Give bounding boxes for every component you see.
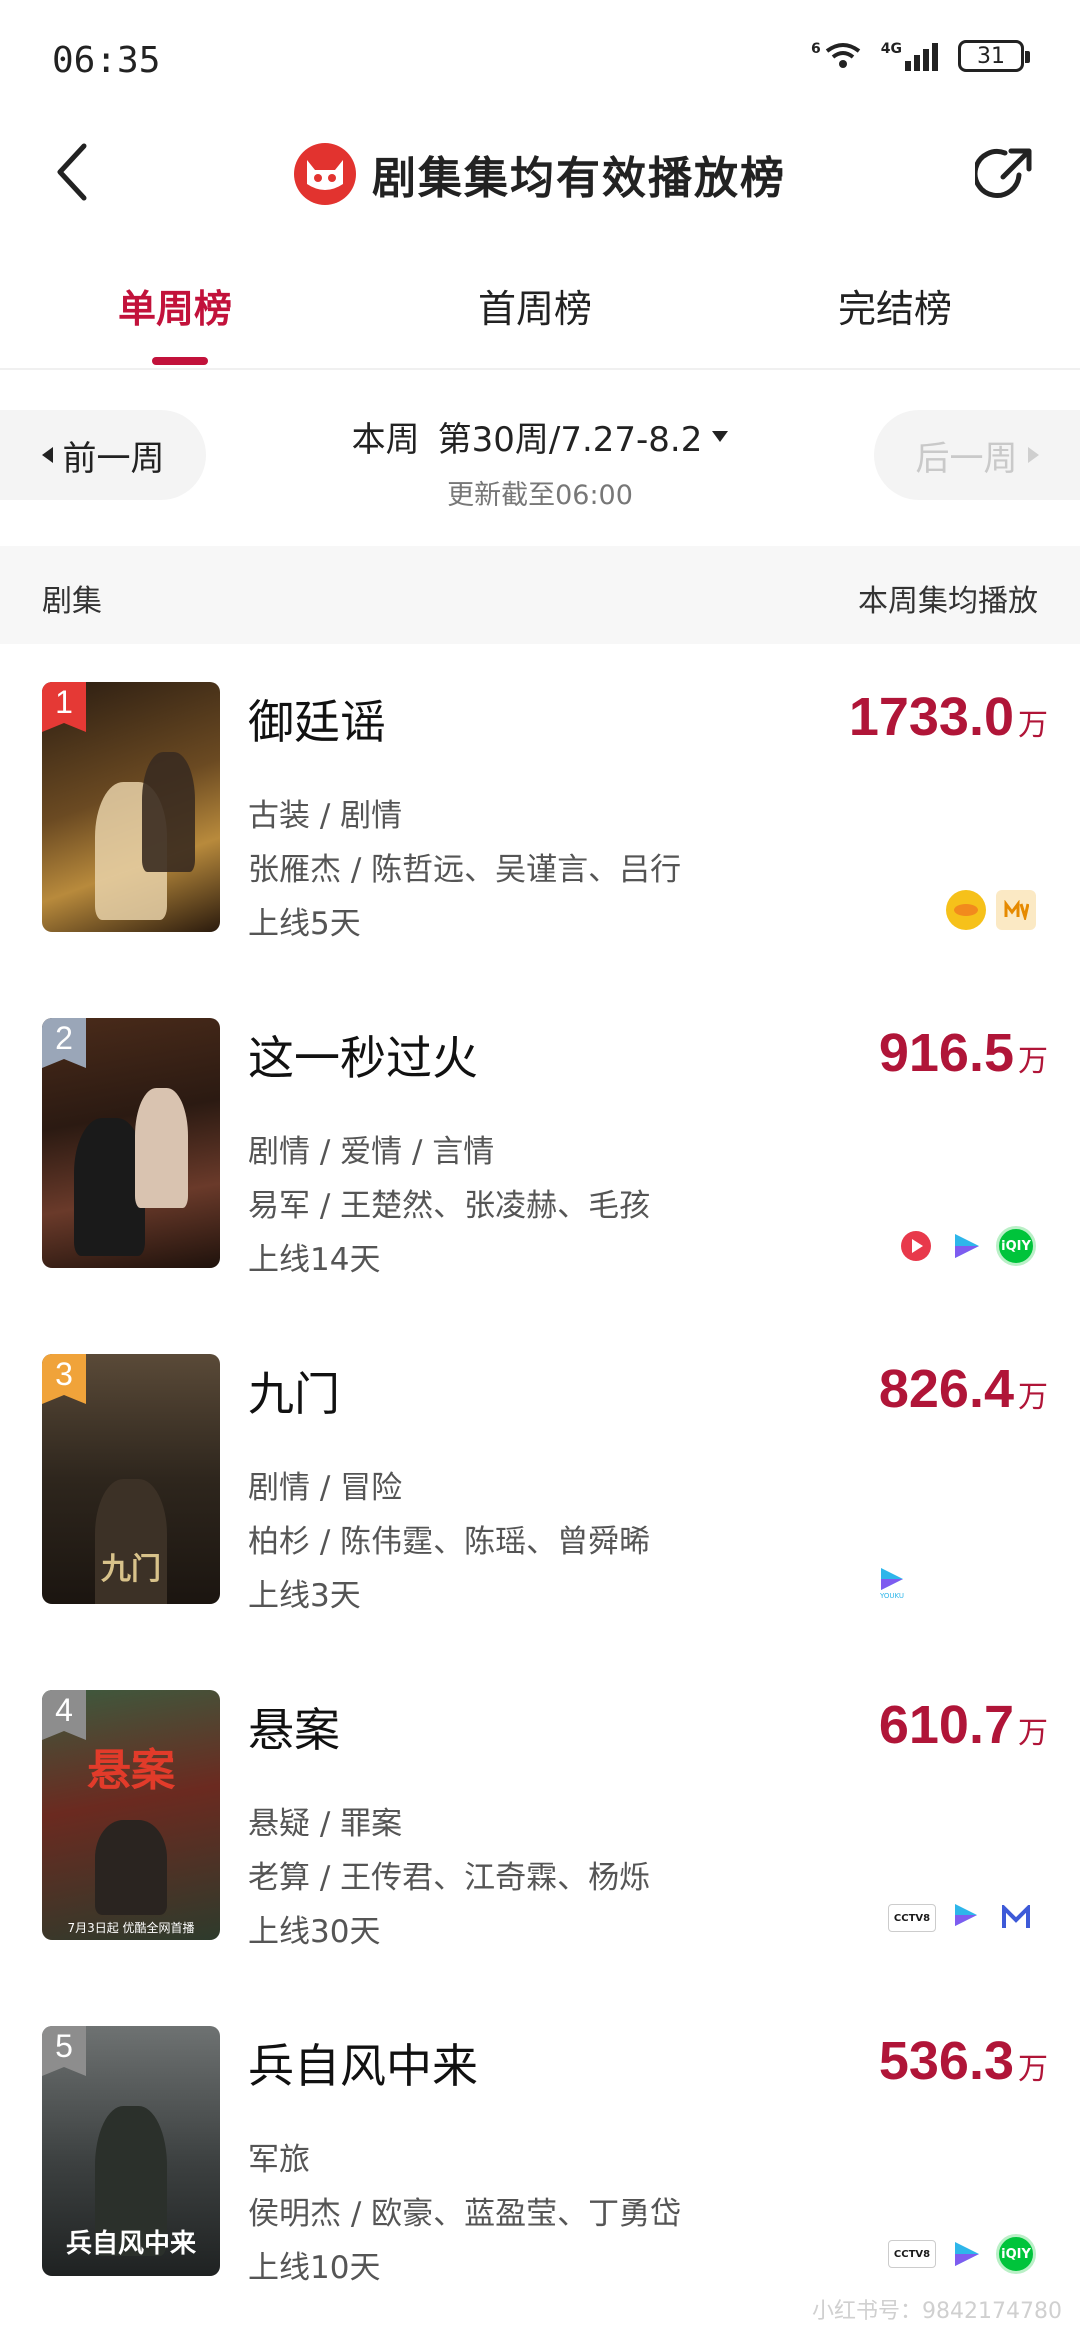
drama-genre: 悬疑 / 罪案 bbox=[248, 1806, 403, 1842]
play-value: 536.3 万 bbox=[878, 2031, 1048, 2091]
online-days: 上线10天 bbox=[248, 2250, 381, 2286]
column-header: 剧集 本周集均播放 bbox=[0, 546, 1080, 644]
prev-week-button[interactable]: 前一周 bbox=[0, 410, 206, 500]
mgtv-icon bbox=[996, 890, 1036, 930]
platform-icons: YOUKU bbox=[872, 1562, 912, 1602]
platform-icons bbox=[946, 890, 1036, 930]
drama-title: 兵自风中来 bbox=[248, 2039, 478, 2093]
play-value: 1733.0 万 bbox=[848, 687, 1048, 747]
list-item[interactable]: 2 这一秒过火 剧情 / 爱情 / 言情 易军 / 王楚然、张凌赫、毛孩 上线1… bbox=[0, 980, 1080, 1316]
list-item[interactable]: 1 御廷谣 古装 / 剧情 张雁杰 / 陈哲远、吴谨言、吕行 上线5天 1733… bbox=[0, 644, 1080, 980]
ranking-list: 1 御廷谣 古装 / 剧情 张雁杰 / 陈哲远、吴谨言、吕行 上线5天 1733… bbox=[0, 644, 1080, 2324]
page-title: 剧集集均有效播放榜 bbox=[372, 153, 786, 204]
updated-time: 更新截至06:00 bbox=[447, 480, 633, 511]
poster-image: 2 bbox=[42, 1018, 220, 1268]
share-icon bbox=[975, 148, 1032, 198]
list-item[interactable]: 兵自风中来 5 兵自风中来 军旅 侯明杰 / 欧豪、蓝盈莹、丁勇岱 上线10天 … bbox=[0, 1988, 1080, 2324]
list-item[interactable]: 悬案 7月3日起 优酷全网首播 4 悬案 悬疑 / 罪案 老算 / 王传君、江奇… bbox=[0, 1652, 1080, 1988]
cellular-signal-icon: 4G bbox=[881, 41, 940, 71]
next-week-button[interactable]: 后一周 bbox=[874, 410, 1080, 500]
drama-cast: 侯明杰 / 欧豪、蓝盈莹、丁勇岱 bbox=[248, 2196, 682, 2232]
cctv8-icon: CCTV8 bbox=[888, 2240, 936, 2268]
wifi-icon: 6 bbox=[811, 41, 863, 71]
platform-icons: iQIY bbox=[896, 1226, 1036, 1266]
status-time: 06:35 bbox=[52, 40, 161, 81]
tab-first-week[interactable]: 首周榜 bbox=[478, 278, 592, 333]
tab-finished[interactable]: 完结榜 bbox=[838, 278, 952, 333]
active-tab-indicator bbox=[152, 357, 208, 365]
drama-genre: 古装 / 剧情 bbox=[248, 798, 403, 834]
cat-logo-icon bbox=[294, 143, 356, 205]
youku-icon bbox=[946, 1898, 986, 1938]
svg-text:YOUKU: YOUKU bbox=[879, 1592, 904, 1599]
cctv8-icon: CCTV8 bbox=[888, 1904, 936, 1932]
drama-genre: 剧情 / 冒险 bbox=[248, 1470, 403, 1506]
play-value: 826.4 万 bbox=[878, 1359, 1048, 1419]
drama-title: 九门 bbox=[248, 1367, 340, 1421]
mango-icon bbox=[946, 890, 986, 930]
poster-image: 兵自风中来 5 bbox=[42, 2026, 220, 2276]
youku-icon bbox=[946, 1226, 986, 1266]
drama-cast: 柏杉 / 陈伟霆、陈瑶、曾舜晞 bbox=[248, 1524, 651, 1560]
column-weekly-play: 本周集均播放 bbox=[858, 584, 1038, 619]
drama-genre: 剧情 / 爱情 / 言情 bbox=[248, 1134, 495, 1170]
status-icons: 6 4G 31 bbox=[811, 40, 1030, 72]
poster-image: 悬案 7月3日起 优酷全网首播 4 bbox=[42, 1690, 220, 1940]
migu-icon bbox=[996, 1898, 1036, 1938]
platform-icons: CCTV8 bbox=[888, 1898, 1036, 1938]
week-period: 第30周/7.27-8.2 bbox=[437, 420, 703, 460]
tencent-video-icon bbox=[896, 1226, 936, 1266]
online-days: 上线14天 bbox=[248, 1242, 381, 1278]
title-wrap: 剧集集均有效播放榜 bbox=[0, 142, 1080, 206]
online-days: 上线30天 bbox=[248, 1914, 381, 1950]
week-info: 本周 第30周/7.27-8.2 更新截至06:00 bbox=[300, 412, 780, 512]
caret-down-icon bbox=[712, 431, 729, 442]
drama-cast: 老算 / 王传君、江奇霖、杨烁 bbox=[248, 1860, 651, 1896]
poster-caption: 7月3日起 优酷全网首播 bbox=[67, 1921, 195, 1935]
share-button[interactable] bbox=[970, 140, 1040, 210]
battery-icon: 31 bbox=[958, 40, 1030, 72]
iqiyi-icon: iQIY bbox=[996, 2234, 1036, 2274]
drama-title: 御廷谣 bbox=[248, 695, 386, 749]
week-selector: 前一周 本周 第30周/7.27-8.2 更新截至06:00 后一周 bbox=[0, 400, 1080, 512]
play-value: 916.5 万 bbox=[878, 1023, 1048, 1083]
drama-title: 这一秒过火 bbox=[248, 1031, 478, 1085]
tab-weekly[interactable]: 单周榜 bbox=[118, 278, 232, 333]
status-bar: 06:35 6 4G 31 bbox=[0, 0, 1080, 120]
play-value: 610.7 万 bbox=[878, 1695, 1048, 1755]
triangle-right-icon bbox=[1027, 447, 1039, 463]
list-item[interactable]: 九门 3 九门 剧情 / 冒险 柏杉 / 陈伟霆、陈瑶、曾舜晞 上线3天 826… bbox=[0, 1316, 1080, 1652]
youku-icon bbox=[946, 2234, 986, 2274]
tab-bar: 单周榜 首周榜 完结榜 bbox=[0, 250, 1080, 370]
platform-icons: CCTV8 iQIY bbox=[888, 2234, 1036, 2274]
iqiyi-icon: iQIY bbox=[996, 1226, 1036, 1266]
poster-image: 九门 3 bbox=[42, 1354, 220, 1604]
watermark-text: 小红书号：9842174780 bbox=[812, 2299, 1062, 2324]
youku-icon: YOUKU bbox=[872, 1562, 912, 1602]
poster-image: 1 bbox=[42, 682, 220, 932]
triangle-left-icon bbox=[41, 447, 53, 463]
online-days: 上线3天 bbox=[248, 1578, 361, 1614]
week-dropdown[interactable]: 本周 第30周/7.27-8.2 bbox=[300, 412, 780, 461]
drama-cast: 张雁杰 / 陈哲远、吴谨言、吕行 bbox=[248, 852, 682, 888]
drama-genre: 军旅 bbox=[248, 2142, 310, 2178]
drama-title: 悬案 bbox=[248, 1703, 340, 1757]
drama-cast: 易军 / 王楚然、张凌赫、毛孩 bbox=[248, 1188, 651, 1224]
online-days: 上线5天 bbox=[248, 906, 361, 942]
column-drama: 剧集 bbox=[42, 584, 102, 619]
header: 剧集集均有效播放榜 bbox=[0, 120, 1080, 232]
